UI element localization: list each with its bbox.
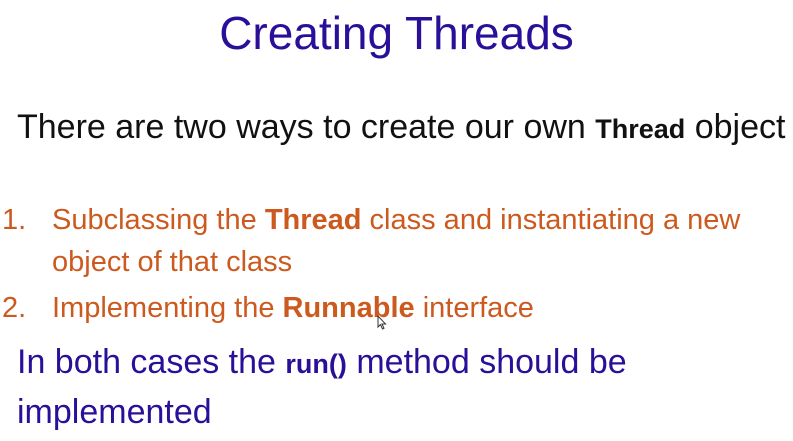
list-item-text-before: Subclassing the: [52, 204, 265, 236]
outro-run-method: run(): [285, 349, 347, 379]
outro-text-before: In both cases the: [17, 343, 286, 381]
list-item-number: 1.: [2, 204, 27, 236]
intro-text-before: There are two ways to create our own: [17, 108, 596, 146]
slide-title: Creating Threads: [219, 7, 574, 59]
intro-paragraph: There are two ways to create our own Thr…: [17, 103, 787, 153]
outro-paragraph: In both cases the run() method should be…: [17, 338, 787, 436]
list-item-number: 2.: [2, 292, 27, 324]
ways-list: 1. Subclassing the Thread class and insta…: [0, 199, 793, 329]
list-item-keyword: Runnable: [282, 292, 415, 324]
list-item-text-before: Implementing the: [52, 292, 283, 324]
intro-text-after: object: [685, 108, 786, 146]
list-item: 1. Subclassing the Thread class and insta…: [0, 199, 782, 283]
mouse-cursor-icon: [377, 315, 387, 330]
list-item: 2. Implementing the Runnable interface: [0, 287, 782, 329]
intro-thread-keyword: Thread: [595, 114, 686, 144]
list-item-text-after: interface: [414, 292, 534, 324]
list-item-keyword: Thread: [264, 204, 362, 236]
